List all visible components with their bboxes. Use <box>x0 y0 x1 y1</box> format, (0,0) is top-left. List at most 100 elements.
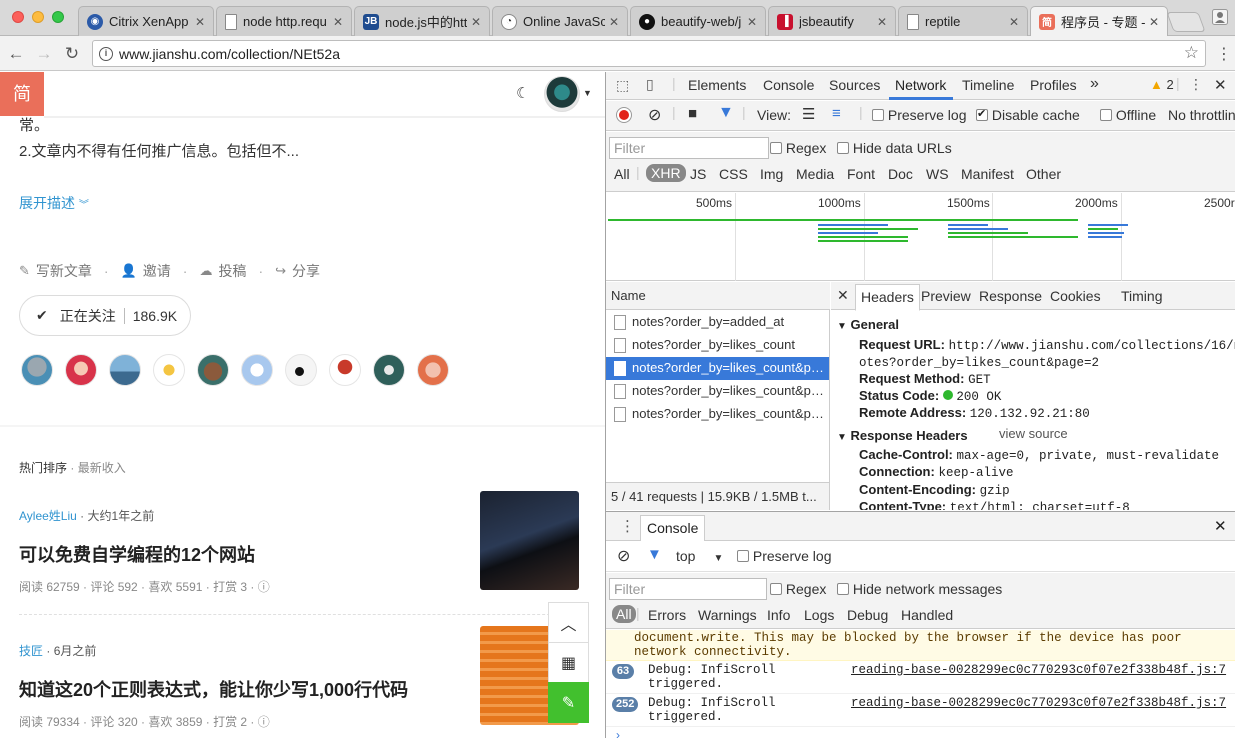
address-bar[interactable]: i www.jianshu.com/collection/NEt52a ☆ <box>92 40 1206 67</box>
tab-profiles[interactable]: Profiles <box>1030 77 1077 93</box>
follower-avatar[interactable] <box>329 354 361 386</box>
checkbox[interactable] <box>976 107 988 122</box>
close-icon[interactable]: ✕ <box>1149 15 1161 29</box>
browser-tab[interactable]: JB node.js中的htt ✕ <box>354 6 490 36</box>
browser-tab-active[interactable]: 简 程序员 - 专题 - ✕ <box>1030 6 1168 36</box>
record-button[interactable] <box>617 108 631 122</box>
follower-avatar[interactable] <box>241 354 273 386</box>
filter-funnel-icon[interactable]: ▼ <box>647 546 662 563</box>
close-icon[interactable]: ✕ <box>471 15 483 29</box>
source-link[interactable]: reading-base-0028299ec0c770293c0f07e2f33… <box>851 663 1226 677</box>
follower-avatar[interactable] <box>197 354 229 386</box>
more-tabs-chevron-icon[interactable]: » <box>1090 75 1099 93</box>
type-filter-manifest[interactable]: Manifest <box>961 166 1014 182</box>
throttling-select[interactable]: No throttlin <box>1168 107 1235 123</box>
type-filter-font[interactable]: Font <box>847 166 875 182</box>
type-filter-css[interactable]: CSS <box>719 166 748 182</box>
clear-console-icon[interactable]: ⊘ <box>617 546 630 566</box>
regex-checkbox[interactable]: Regex <box>770 140 826 156</box>
general-section-toggle[interactable]: ▼ General <box>837 317 899 332</box>
forward-arrow-icon[interactable]: → <box>34 44 54 64</box>
checkbox[interactable] <box>770 583 782 596</box>
write-article-button[interactable]: ✎ 写新文章 <box>19 261 92 281</box>
console-filter-input[interactable]: Filter <box>609 578 767 600</box>
tab-timeline[interactable]: Timeline <box>962 77 1014 93</box>
browser-menu-icon[interactable]: ⋮ <box>1216 44 1232 64</box>
request-row-selected[interactable]: notes?order_by=likes_count&pag... <box>606 357 829 380</box>
expand-description-link[interactable]: 展开描述 ︾ <box>19 193 89 213</box>
level-filter-all[interactable]: All <box>612 605 636 623</box>
following-button[interactable]: ✔ 正在关注 186.9K <box>19 295 191 336</box>
waterfall-view-icon[interactable]: ≡ <box>832 105 841 122</box>
offline-checkbox[interactable]: Offline <box>1100 107 1156 123</box>
drawer-menu-icon[interactable]: ⋮ <box>620 517 635 535</box>
type-filter-doc[interactable]: Doc <box>888 166 913 182</box>
info-icon[interactable]: i <box>99 47 113 61</box>
tab-response[interactable]: Response <box>979 288 1042 304</box>
follower-avatar[interactable] <box>153 354 185 386</box>
jianshu-logo[interactable]: 简 <box>0 72 44 116</box>
browser-tab[interactable]: reptile ✕ <box>898 6 1028 36</box>
close-icon[interactable]: ✕ <box>1009 15 1021 29</box>
request-row[interactable]: notes?order_by=likes_count <box>606 334 829 357</box>
tab-console-drawer[interactable]: Console <box>640 515 706 541</box>
browser-tab[interactable]: ▐ jsbeautify ✕ <box>768 6 896 36</box>
type-filter-other[interactable]: Other <box>1026 166 1061 182</box>
tab-sources[interactable]: Sources <box>829 77 880 93</box>
checkbox[interactable] <box>837 142 849 155</box>
night-mode-moon-icon[interactable]: ☾ <box>516 84 529 102</box>
follower-avatar[interactable] <box>109 354 141 386</box>
zoom-window-button[interactable] <box>52 11 64 23</box>
type-filter-js[interactable]: JS <box>690 166 706 182</box>
article-title[interactable]: 可以免费自学编程的12个网站 <box>19 541 255 567</box>
close-detail-icon[interactable]: ✕ <box>837 287 849 304</box>
follower-avatar[interactable] <box>65 354 97 386</box>
type-filter-img[interactable]: Img <box>760 166 783 182</box>
request-row[interactable]: notes?order_by=likes_count&pag... <box>606 403 829 426</box>
camera-icon[interactable]: ■ <box>688 105 697 122</box>
view-source-link[interactable]: view source <box>999 426 1068 441</box>
device-mode-icon[interactable]: ▯ <box>646 76 654 93</box>
type-filter-all[interactable]: All <box>614 166 630 182</box>
level-filter-debug[interactable]: Debug <box>847 607 888 623</box>
url-text[interactable]: www.jianshu.com/collection/NEt52a <box>119 46 340 62</box>
qr-code-icon[interactable]: ▦ <box>548 642 589 683</box>
close-icon[interactable]: ✕ <box>877 15 889 29</box>
author-link[interactable]: Aylee姓Liu <box>19 509 77 523</box>
tab-headers[interactable]: Headers <box>855 284 920 311</box>
level-filter-errors[interactable]: Errors <box>648 607 686 623</box>
close-icon[interactable]: ✕ <box>609 15 621 29</box>
level-filter-logs[interactable]: Logs <box>804 607 834 623</box>
response-headers-toggle[interactable]: ▼ Response Headers <box>837 428 968 443</box>
clear-icon[interactable]: ⊘ <box>648 105 661 125</box>
warning-counter[interactable]: ▲ 2 <box>1150 77 1174 92</box>
browser-tab[interactable]: ● beautify-web/j ✕ <box>630 6 766 36</box>
preserve-log-checkbox[interactable]: Preserve log <box>872 107 966 123</box>
list-view-icon[interactable]: ☰ <box>802 105 815 123</box>
type-filter-xhr[interactable]: XHR <box>646 164 686 182</box>
author-link[interactable]: 技匠 <box>19 644 43 658</box>
type-filter-ws[interactable]: WS <box>926 166 949 182</box>
inspect-element-icon[interactable]: ⬚ <box>616 77 629 94</box>
tab-timing[interactable]: Timing <box>1121 288 1163 304</box>
console-prompt-chevron-icon[interactable]: › <box>616 728 620 738</box>
source-link[interactable]: reading-base-0028299ec0c770293c0f07e2f33… <box>851 696 1226 710</box>
close-devtools-icon[interactable]: ✕ <box>1214 76 1227 94</box>
new-tab-button[interactable] <box>1166 12 1206 32</box>
request-row[interactable]: notes?order_by=likes_count&pag... <box>606 380 829 403</box>
tab-console[interactable]: Console <box>763 77 814 93</box>
caret-down-icon[interactable]: ▼ <box>583 88 592 98</box>
submit-button[interactable]: ☁ 投稿 <box>199 261 246 281</box>
back-to-top-chevron-up-icon[interactable]: ︿ <box>548 602 589 643</box>
request-row[interactable]: notes?order_by=added_at <box>606 311 829 334</box>
tab-network[interactable]: Network <box>895 77 946 93</box>
bookmark-star-icon[interactable]: ☆ <box>1184 43 1199 63</box>
profile-icon[interactable] <box>1212 9 1228 25</box>
follower-avatar[interactable] <box>417 354 449 386</box>
checkbox[interactable] <box>837 583 849 596</box>
close-icon[interactable]: ✕ <box>195 15 207 29</box>
disable-cache-checkbox[interactable]: Disable cache <box>976 107 1080 123</box>
hide-data-urls-checkbox[interactable]: Hide data URLs <box>837 140 952 156</box>
article-thumbnail[interactable] <box>480 491 579 590</box>
close-icon[interactable]: ✕ <box>333 15 345 29</box>
